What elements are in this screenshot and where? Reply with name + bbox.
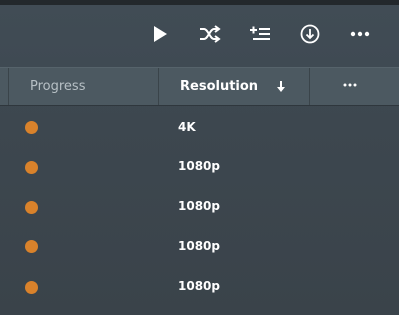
shuffle-button[interactable] — [197, 21, 223, 47]
column-divider — [309, 68, 310, 105]
progress-indicator-dot — [25, 240, 38, 253]
column-options-button[interactable] — [340, 78, 360, 92]
resolution-cell: 4K — [178, 120, 196, 134]
more-options-button[interactable] — [347, 21, 373, 47]
progress-indicator-dot — [25, 161, 38, 174]
more-icon — [343, 83, 357, 87]
shuffle-icon — [200, 25, 221, 43]
resolution-cell: 1080p — [178, 239, 220, 253]
resolution-cell: 1080p — [178, 159, 220, 173]
column-divider — [158, 68, 159, 105]
sort-descending-icon[interactable] — [275, 80, 287, 94]
play-button[interactable] — [147, 21, 173, 47]
table-row[interactable]: 1080p — [0, 267, 399, 307]
table-row[interactable]: 4K — [0, 107, 399, 147]
table-row[interactable]: 1080p — [0, 227, 399, 267]
progress-indicator-dot — [25, 281, 38, 294]
add-to-queue-button[interactable] — [247, 21, 273, 47]
download-button[interactable] — [297, 21, 323, 47]
resolution-cell: 1080p — [178, 279, 220, 293]
download-icon — [300, 24, 320, 44]
more-icon — [350, 31, 370, 37]
progress-indicator-dot — [25, 121, 38, 134]
play-icon — [154, 26, 167, 42]
toolbar — [0, 5, 399, 67]
resolution-cell: 1080p — [178, 199, 220, 213]
column-header-resolution-label: Resolution — [180, 79, 259, 94]
progress-indicator-dot — [25, 201, 38, 214]
table-row[interactable]: 1080p — [0, 147, 399, 187]
column-header-resolution[interactable]: Resolution — [180, 68, 258, 105]
table-row[interactable]: 1080p — [0, 187, 399, 227]
column-header-row: Progress Resolution — [0, 67, 399, 106]
add-to-queue-icon — [250, 26, 270, 40]
column-header-progress-label: Progress — [30, 79, 86, 94]
column-divider — [8, 68, 9, 105]
column-header-progress[interactable]: Progress — [30, 68, 85, 105]
